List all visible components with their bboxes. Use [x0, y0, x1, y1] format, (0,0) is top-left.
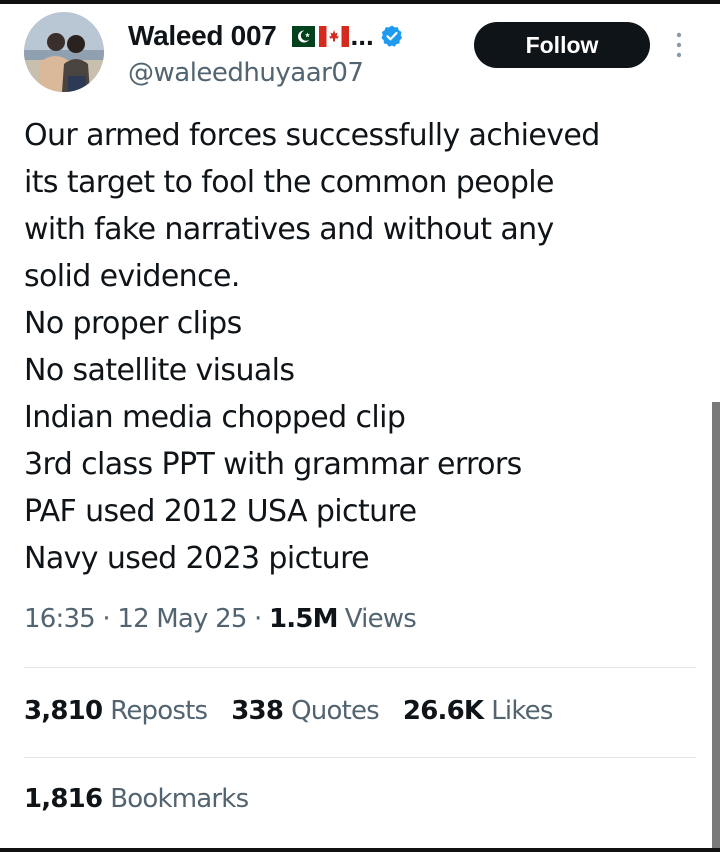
- views-count: 1.5M: [269, 604, 339, 634]
- likes-count: 26.6K: [402, 696, 484, 726]
- author-display-name[interactable]: Waleed 007: [128, 20, 277, 52]
- quotes-count: 338: [231, 696, 284, 726]
- name-truncation-ellipsis: ...: [350, 20, 374, 51]
- follow-button[interactable]: Follow: [474, 22, 650, 68]
- tweet-text-line: PAF used 2012 USA picture: [24, 494, 417, 529]
- tweet-time[interactable]: 16:35: [24, 604, 96, 634]
- avatar-photo-icon: [24, 12, 104, 92]
- meta-separator: ·: [94, 604, 118, 634]
- more-vertical-icon[interactable]: [674, 30, 684, 60]
- meta-separator: ·: [246, 604, 269, 634]
- tweet-text-line: its target to fool the common people: [24, 165, 554, 200]
- views-label: Views: [344, 604, 417, 634]
- reposts-count: 3,810: [24, 696, 103, 726]
- pakistan-flag-icon: [284, 25, 315, 47]
- engagement-stats: 3,810 Reposts 338 Quotes 26.6K Likes: [24, 696, 553, 726]
- author-name-row[interactable]: Waleed 007 ...: [128, 18, 404, 54]
- tweet-meta: 16:35 · 12 May 25 · 1.5M Views: [24, 604, 417, 634]
- author-avatar[interactable]: [24, 12, 104, 92]
- tweet-text-line: with fake narratives and without any: [24, 212, 554, 247]
- tweet-text-line: No satellite visuals: [24, 353, 295, 388]
- bookmarks-count: 1,816: [24, 784, 103, 814]
- likes-label: Likes: [491, 696, 553, 726]
- quotes-stat[interactable]: 338 Quotes: [231, 696, 379, 726]
- screenshot-bottom-border: [0, 848, 720, 852]
- tweet-text-line: 3rd class PPT with grammar errors: [24, 447, 522, 482]
- tweet-text: Our armed forces successfully achieved i…: [24, 112, 694, 582]
- bookmarks-stat[interactable]: 1,816 Bookmarks: [24, 784, 249, 814]
- screenshot-top-border: [0, 0, 720, 4]
- page-scrollbar[interactable]: [712, 402, 720, 848]
- tweet-date[interactable]: 12 May 25: [117, 604, 247, 634]
- divider: [24, 757, 696, 758]
- tweet-text-line: Indian media chopped clip: [24, 400, 406, 435]
- tweet-text-line: Our armed forces successfully achieved: [24, 118, 600, 153]
- canada-flag-icon: [318, 25, 349, 47]
- reposts-label: Reposts: [110, 696, 208, 726]
- author-handle[interactable]: @waleedhuyaar07: [128, 58, 364, 88]
- likes-stat[interactable]: 26.6K Likes: [402, 696, 554, 726]
- divider: [24, 667, 696, 668]
- tweet-text-line: solid evidence.: [24, 259, 240, 294]
- quotes-label: Quotes: [291, 696, 380, 726]
- bookmarks-label: Bookmarks: [110, 784, 249, 814]
- tweet-text-line: No proper clips: [24, 306, 242, 341]
- tweet-text-line: Navy used 2023 picture: [24, 541, 370, 576]
- verified-badge-icon[interactable]: [380, 24, 404, 48]
- reposts-stat[interactable]: 3,810 Reposts: [24, 696, 208, 726]
